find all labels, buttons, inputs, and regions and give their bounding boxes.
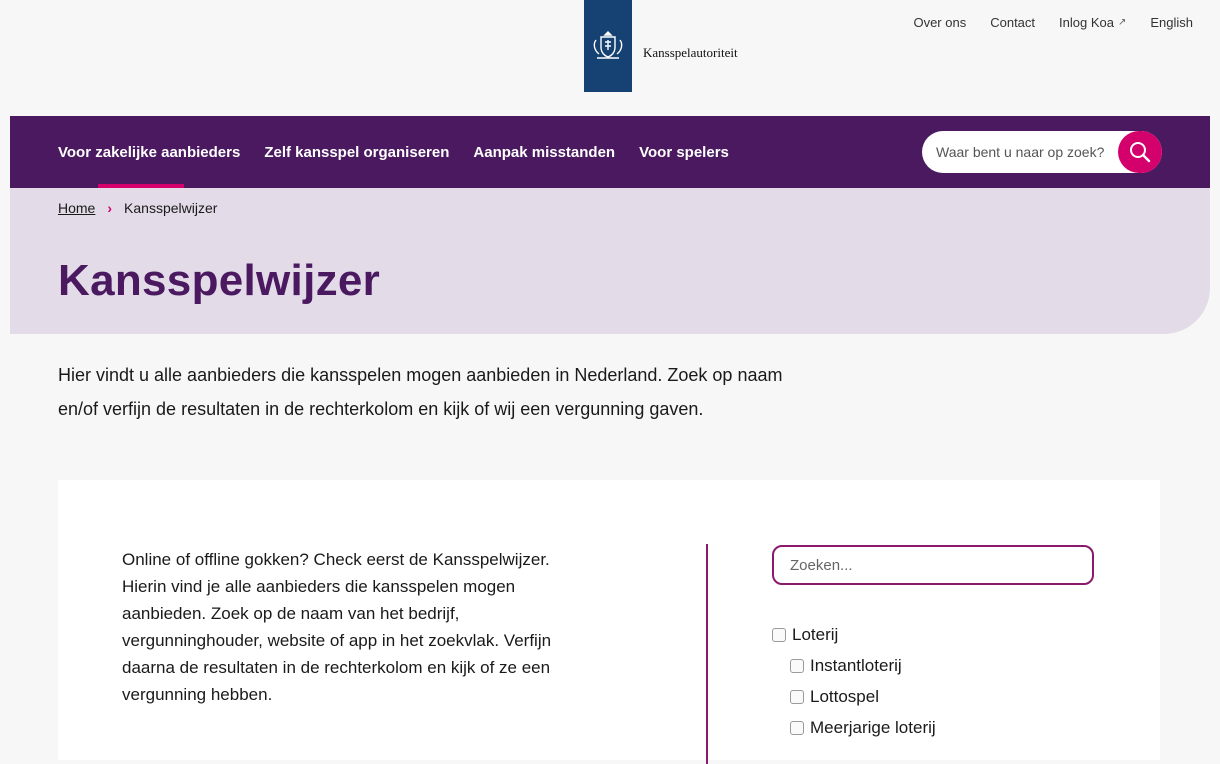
column-divider xyxy=(706,544,708,764)
nav-item-label: Aanpak misstanden xyxy=(473,143,616,161)
breadcrumb: Home › Kansspelwijzer xyxy=(58,200,217,216)
utility-link-inlog-koa[interactable]: Inlog Koa ↗ xyxy=(1059,15,1126,30)
filter-meerjarige-loterij[interactable]: Meerjarige loterij xyxy=(790,712,936,743)
filter-list: Loterij Instantloterij Lottospel Meerjar… xyxy=(772,619,936,743)
checkbox[interactable] xyxy=(790,658,804,673)
intro-text: Hier vindt u alle aanbieders die kansspe… xyxy=(58,365,783,419)
nav-item-zakelijke-aanbieders[interactable]: Voor zakelijke aanbieders xyxy=(58,116,240,188)
checkbox[interactable] xyxy=(772,627,786,642)
provider-search-input[interactable] xyxy=(772,545,1094,585)
filter-lottospel[interactable]: Lottospel xyxy=(790,681,936,712)
nav-item-aanpak-misstanden[interactable]: Aanpak misstanden xyxy=(473,116,615,188)
filter-instantloterij[interactable]: Instantloterij xyxy=(790,650,936,681)
kansspelwijzer-card: Online of offline gokken? Check eerst de… xyxy=(58,480,1160,764)
breadcrumb-home[interactable]: Home xyxy=(58,200,95,216)
main-nav-items: Voor zakelijke aanbieders Zelf kansspel … xyxy=(58,116,729,188)
utility-link-label: Over ons xyxy=(913,15,967,30)
main-nav: Voor zakelijke aanbieders Zelf kansspel … xyxy=(10,116,1210,188)
page-hero: Home › Kansspelwijzer Kansspelwijzer xyxy=(10,188,1210,334)
card-description: Online of offline gokken? Check eerst de… xyxy=(122,550,552,704)
utility-link-label: Inlog Koa xyxy=(1059,15,1114,30)
checkbox[interactable] xyxy=(790,720,804,735)
filter-label: Instantloterij xyxy=(810,655,902,675)
filter-loterij[interactable]: Loterij xyxy=(772,619,936,650)
coat-of-arms-icon xyxy=(593,31,623,59)
top-bar: Kansspelautoriteit Over ons Contact Inlo… xyxy=(0,0,1220,116)
utility-link-contact[interactable]: Contact xyxy=(990,15,1035,30)
site-search-input[interactable] xyxy=(934,143,1118,161)
site-search-button[interactable] xyxy=(1118,131,1162,173)
filter-label: Lottospel xyxy=(810,686,879,706)
external-link-icon: ↗ xyxy=(1117,17,1127,28)
nav-item-zelf-kansspel-organiseren[interactable]: Zelf kansspel organiseren xyxy=(264,116,449,188)
nav-item-label: Zelf kansspel organiseren xyxy=(264,143,450,161)
nav-item-voor-spelers[interactable]: Voor spelers xyxy=(639,116,729,188)
filter-label: Meerjarige loterij xyxy=(810,717,936,737)
utility-link-over-ons[interactable]: Over ons xyxy=(913,15,966,30)
page-title: Kansspelwijzer xyxy=(58,256,381,305)
utility-link-english[interactable]: English xyxy=(1150,15,1193,30)
utility-link-label: Contact xyxy=(990,15,1036,30)
utility-link-label: English xyxy=(1150,15,1193,30)
chevron-right-icon: › xyxy=(107,200,113,216)
checkbox[interactable] xyxy=(790,689,804,704)
logo-name: Kansspelautoriteit xyxy=(643,45,738,60)
search-icon xyxy=(1130,142,1151,163)
utility-nav: Over ons Contact Inlog Koa ↗ English xyxy=(913,15,1193,30)
filter-label: Loterij xyxy=(792,624,839,644)
nav-item-label: Voor spelers xyxy=(639,143,729,161)
breadcrumb-current: Kansspelwijzer xyxy=(124,200,218,216)
logo[interactable] xyxy=(584,0,632,92)
nav-item-label: Voor zakelijke aanbieders xyxy=(58,143,241,161)
site-search xyxy=(922,131,1162,173)
